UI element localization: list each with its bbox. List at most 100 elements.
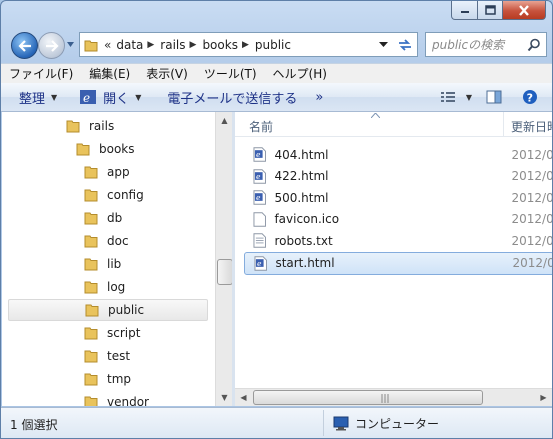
column-header: 名前 更新日時 — [235, 112, 552, 137]
menu-view[interactable]: 表示(V) — [138, 65, 196, 82]
file-name: 404.html — [274, 147, 329, 162]
file-row[interactable]: e 404.html 2012/0 — [244, 144, 552, 165]
svg-text:e: e — [256, 193, 261, 202]
view-options-button[interactable]: ▼ — [460, 93, 486, 102]
breadcrumb-books[interactable]: books ▶ — [202, 38, 254, 52]
file-row[interactable]: robots.txt 2012/0 — [244, 230, 552, 251]
file-row[interactable]: e start.html 2012/0 — [244, 251, 553, 275]
tree-item-app[interactable]: app — [2, 161, 212, 183]
help-icon: ? — [523, 90, 537, 105]
maximize-button[interactable] — [478, 1, 503, 20]
chevron-right-icon[interactable]: ▶ — [147, 40, 154, 50]
organize-button[interactable]: 整理 ▼ — [1, 88, 65, 107]
close-button[interactable] — [503, 1, 546, 20]
minimize-button[interactable] — [451, 1, 478, 20]
close-icon — [519, 4, 529, 16]
svg-text:e: e — [256, 150, 261, 159]
chevron-right-icon[interactable]: ▶ — [190, 40, 197, 50]
tree-item-config[interactable]: config — [2, 184, 212, 206]
preview-pane-button[interactable] — [486, 90, 514, 104]
tree-item-log[interactable]: log — [2, 276, 212, 298]
navigation-scrollbar[interactable]: ▲ ▼ — [215, 112, 233, 406]
html-file-icon: e — [253, 168, 266, 184]
open-button[interactable]: e 開く ▼ — [65, 88, 149, 107]
tree-item-label: tmp — [107, 372, 132, 386]
file-name: start.html — [275, 256, 335, 270]
tree-item-script[interactable]: script — [2, 322, 212, 344]
tree-item-test[interactable]: test — [2, 345, 212, 367]
more-commands-button[interactable]: » — [305, 90, 331, 105]
file-row[interactable]: favicon.ico 2012/0 — [244, 209, 552, 230]
recent-pages-dropdown-icon[interactable] — [66, 40, 75, 49]
tree-item-rails[interactable]: rails — [2, 115, 212, 137]
more-commands-label: » — [315, 89, 324, 105]
address-overflow-glyph[interactable]: « — [104, 38, 111, 52]
folder-icon — [84, 258, 98, 271]
address-bar[interactable]: « data ▶ rails ▶ books ▶ public — [79, 32, 394, 57]
file-row[interactable]: e 500.html 2012/0 — [244, 187, 552, 208]
search-box[interactable]: publicの検索 — [425, 32, 547, 57]
send-email-button[interactable]: 電子メールで送信する — [149, 88, 305, 107]
search-icon[interactable] — [527, 38, 541, 52]
column-divider[interactable] — [503, 112, 504, 136]
tree-item-label: lib — [107, 257, 122, 271]
file-date-modified: 2012/0 — [511, 212, 552, 226]
tree-item-db[interactable]: db — [2, 207, 212, 229]
scroll-left-icon[interactable]: ◀ — [235, 389, 252, 406]
menu-bar: ファイル(F) 編集(E) 表示(V) ツール(T) ヘルプ(H) — [1, 63, 552, 84]
chevron-down-icon: ▼ — [135, 92, 142, 102]
caption-buttons — [451, 1, 546, 20]
file-list-horizontal-scrollbar[interactable]: ◀ ▶ — [235, 388, 552, 406]
column-name[interactable]: 名前 — [249, 118, 273, 135]
sort-ascending-icon — [371, 113, 380, 118]
forward-button[interactable] — [38, 32, 65, 59]
scroll-right-icon[interactable]: ▶ — [535, 389, 552, 406]
scroll-up-icon[interactable]: ▲ — [216, 112, 233, 129]
file-row[interactable]: e 422.html 2012/0 — [244, 166, 552, 187]
file-date-modified: 2012/0 — [512, 256, 553, 270]
tree-item-doc[interactable]: doc — [2, 230, 212, 252]
file-name: favicon.ico — [274, 212, 340, 226]
tree-item-books[interactable]: books — [2, 138, 212, 160]
menu-edit[interactable]: 編集(E) — [81, 65, 138, 82]
tree-item-public[interactable]: public — [8, 299, 208, 321]
menu-tools[interactable]: ツール(T) — [196, 65, 265, 82]
svg-text:?: ? — [527, 92, 533, 105]
tree-item-lib[interactable]: lib — [2, 253, 212, 275]
tree-item-tmp[interactable]: tmp — [2, 368, 212, 390]
scroll-down-icon[interactable]: ▼ — [216, 389, 233, 406]
file-date-modified: 2012/0 — [511, 147, 552, 162]
breadcrumb-data[interactable]: data ▶ — [116, 38, 160, 52]
breadcrumb-label: data — [116, 37, 144, 52]
tree-item-label: rails — [89, 119, 115, 133]
search-input[interactable]: publicの検索 — [432, 36, 527, 53]
folder-icon — [85, 304, 99, 317]
tree-item-label: script — [107, 326, 141, 340]
menu-file[interactable]: ファイル(F) — [1, 65, 81, 82]
refresh-button[interactable] — [393, 32, 418, 57]
help-button[interactable]: ? — [514, 89, 552, 105]
folder-icon — [84, 166, 98, 179]
folder-icon — [84, 350, 98, 363]
breadcrumb-rails[interactable]: rails ▶ — [160, 38, 202, 52]
change-view-button[interactable] — [436, 90, 460, 104]
folder-icon — [84, 189, 98, 202]
scrollbar-thumb[interactable] — [217, 259, 233, 285]
menu-help[interactable]: ヘルプ(H) — [265, 65, 335, 82]
folder-icon — [84, 212, 98, 225]
scrollbar-thumb[interactable] — [253, 390, 483, 405]
refresh-icon — [399, 38, 411, 51]
status-bar: 1 個選択 コンピューター — [1, 407, 552, 438]
tree-item-vendor[interactable]: vendor — [2, 391, 212, 406]
breadcrumb-public[interactable]: public — [255, 38, 291, 52]
tree-item-label: books — [99, 142, 135, 156]
folder-icon — [84, 327, 98, 340]
file-name: 500.html — [274, 190, 329, 205]
chevron-down-icon: ▼ — [465, 92, 472, 102]
computer-icon — [333, 416, 349, 431]
back-button[interactable] — [11, 32, 38, 59]
address-history-dropdown-icon[interactable] — [379, 41, 388, 48]
chevron-right-icon[interactable]: ▶ — [242, 40, 249, 50]
minimize-icon — [460, 11, 469, 13]
column-date-modified[interactable]: 更新日時 — [511, 118, 552, 135]
